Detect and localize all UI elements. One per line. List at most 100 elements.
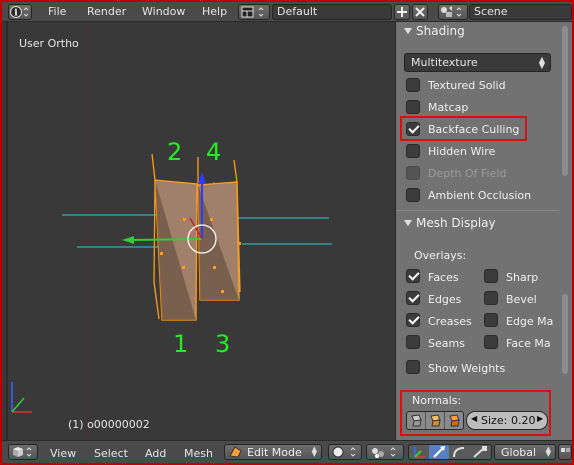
- 3d-viewport[interactable]: User Ortho 2 4 1 3 (1) o00000002: [2, 22, 395, 440]
- menu-select[interactable]: Select: [94, 447, 128, 460]
- remove-screen-button[interactable]: [412, 4, 428, 20]
- menu-help[interactable]: Help: [202, 5, 227, 18]
- scroll-thumb-upper[interactable]: [562, 26, 568, 176]
- layers-icon: [561, 448, 570, 452]
- checkbox[interactable]: [406, 78, 420, 92]
- option-label: Face Ma: [506, 337, 551, 350]
- plus-icon: [397, 7, 407, 17]
- add-screen-button[interactable]: [394, 4, 410, 20]
- svg-text:i: i: [14, 9, 18, 19]
- checkbox[interactable]: [406, 291, 420, 305]
- screen-layout-button[interactable]: [238, 4, 270, 20]
- checkbox[interactable]: [406, 100, 420, 114]
- scale-icon: [473, 446, 487, 458]
- face-normal-button[interactable]: [445, 412, 464, 429]
- axis-gizmo: [11, 382, 32, 413]
- option-label: Faces: [428, 271, 459, 284]
- menu-view[interactable]: View: [50, 447, 76, 460]
- scene-selector-button[interactable]: [438, 4, 468, 20]
- info-icon: i: [10, 6, 29, 19]
- updown-arrows-icon: ▲ ▼: [538, 55, 545, 70]
- rotate-button[interactable]: [449, 445, 469, 459]
- option-label: Seams: [428, 337, 465, 350]
- translate-button[interactable]: [429, 445, 449, 459]
- checkbox[interactable]: [484, 269, 498, 283]
- transform-orientation-selector[interactable]: Global ▲ ▼: [494, 444, 556, 460]
- scale-button[interactable]: [469, 445, 491, 459]
- shading-mode-value: Multitexture: [411, 56, 478, 69]
- checkbox[interactable]: [406, 335, 420, 349]
- manipulator-group: [408, 444, 492, 460]
- vertex-normal-icon: [411, 414, 422, 427]
- checkbox[interactable]: [406, 269, 420, 283]
- scene-name-field[interactable]: Scene: [469, 4, 572, 20]
- panel-scrollbar[interactable]: [561, 22, 569, 440]
- normals-label: Normals:: [412, 394, 462, 407]
- decrement-arrow-icon[interactable]: ◀: [471, 414, 477, 423]
- shading-mode-dropdown[interactable]: Multitexture ▲ ▼: [404, 53, 551, 72]
- option-label: Depth Of Field: [428, 167, 507, 180]
- orientation-label: Global: [501, 446, 537, 459]
- collapse-triangle-icon: [404, 220, 412, 226]
- menu-window[interactable]: Window: [142, 5, 185, 18]
- updown-arrows-icon: ▲ ▼: [545, 445, 551, 458]
- option-label: Edge Ma: [506, 315, 554, 328]
- shading-header[interactable]: Shading: [396, 22, 559, 42]
- object-status: (1) o00000002: [68, 418, 150, 431]
- mesh-object[interactable]: [151, 153, 241, 321]
- option-label: Sharp: [506, 271, 539, 284]
- collapse-triangle-icon: [404, 28, 412, 34]
- scroll-thumb-lower[interactable]: [562, 294, 568, 374]
- checkbox[interactable]: [406, 360, 420, 374]
- edit-mode-icon: [229, 446, 242, 458]
- scene-icon: [441, 6, 462, 17]
- pivot-point-selector[interactable]: [366, 444, 404, 460]
- overlays-label: Overlays:: [414, 249, 467, 262]
- layers-button[interactable]: [558, 444, 572, 460]
- 3d-view-editor-button[interactable]: [8, 444, 38, 460]
- annotation-3: 3: [215, 330, 230, 358]
- option-label: Textured Solid: [428, 79, 506, 92]
- vertex-normal-button[interactable]: [407, 412, 426, 429]
- checkbox[interactable]: [484, 313, 498, 327]
- menu-mesh[interactable]: Mesh: [184, 447, 213, 460]
- normal-size-field[interactable]: ◀ Size: 0.20 ▶: [466, 411, 548, 430]
- rotate-icon: [453, 447, 465, 458]
- menu-add[interactable]: Add: [145, 447, 166, 460]
- option-label: Bevel: [506, 293, 537, 306]
- increment-arrow-icon[interactable]: ▶: [537, 414, 543, 423]
- viewport-shading-icon: [332, 446, 356, 458]
- 3d-view-icon: [13, 447, 32, 457]
- face-normal-icon: [449, 414, 460, 427]
- properties-panel: Shading Multitexture ▲ ▼ Textured Solid M…: [395, 22, 572, 440]
- manipulator-toggle-button[interactable]: [409, 445, 429, 459]
- annotation-2: 2: [167, 138, 182, 166]
- option-label: Show Weights: [428, 362, 506, 375]
- checkbox[interactable]: [484, 335, 498, 349]
- mode-selector[interactable]: Edit Mode ▲ ▼: [224, 444, 322, 460]
- checkbox[interactable]: [484, 291, 498, 305]
- top-header: i File Render Window Help Default Scene: [2, 2, 572, 22]
- mesh-display-header[interactable]: Mesh Display: [396, 214, 559, 234]
- size-label: Size:: [481, 414, 508, 427]
- size-value: 0.20: [511, 414, 536, 427]
- screen-layout-field[interactable]: Default: [272, 4, 392, 20]
- mesh-display-title: Mesh Display: [416, 216, 496, 230]
- checkbox[interactable]: [406, 144, 420, 158]
- annotation-1: 1: [173, 330, 188, 358]
- blender-window: i File Render Window Help Default Scene …: [2, 2, 572, 463]
- checkbox[interactable]: [406, 313, 420, 327]
- editor-type-button[interactable]: i: [8, 4, 32, 20]
- menu-render[interactable]: Render: [87, 5, 126, 18]
- shading-title: Shading: [416, 24, 465, 38]
- option-label: Creases: [428, 315, 472, 328]
- viewport-shading-selector[interactable]: [328, 444, 362, 460]
- viewport-canvas[interactable]: 2 4 1 3: [2, 22, 395, 440]
- split-normal-button[interactable]: [426, 412, 445, 429]
- bottom-header: View Select Add Mesh Edit Mode ▲ ▼ Globa…: [2, 440, 572, 463]
- checkbox: [406, 166, 420, 180]
- menu-file[interactable]: File: [48, 5, 66, 18]
- close-icon: [415, 7, 425, 17]
- checkbox[interactable]: [406, 188, 420, 202]
- translate-icon: [433, 446, 445, 458]
